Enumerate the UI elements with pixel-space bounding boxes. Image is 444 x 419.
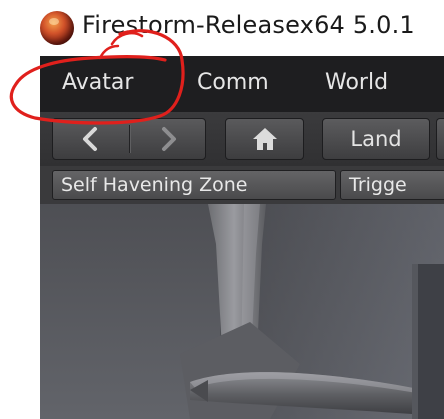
back-button[interactable] — [53, 119, 129, 159]
menu-comm[interactable]: Comm — [197, 70, 269, 95]
window-titlebar: Firestorm-Releasex64 5.0.1 — [0, 0, 444, 54]
world-viewport[interactable] — [40, 204, 444, 419]
land-button[interactable]: Land — [322, 118, 430, 160]
chevron-left-icon — [83, 127, 97, 151]
favorites-bar: Self Havening Zone Trigge — [40, 166, 444, 204]
screenshot: Firestorm-Releasex64 5.0.1 Avatar Comm W… — [0, 0, 444, 419]
menu-avatar[interactable]: Avatar — [62, 70, 133, 95]
nav-separator — [129, 125, 130, 153]
forward-button[interactable] — [131, 119, 205, 159]
menu-bar: Avatar Comm World — [40, 56, 444, 112]
menu-world[interactable]: World — [325, 70, 388, 95]
firestorm-logo-icon — [40, 11, 74, 45]
home-button-inner — [226, 119, 303, 159]
scene-render — [40, 204, 444, 419]
favorite-self-havening-zone[interactable]: Self Havening Zone — [52, 170, 336, 200]
back-forward-group — [52, 118, 206, 160]
next-nav-button-partial[interactable] — [436, 118, 444, 160]
home-button[interactable] — [225, 118, 304, 160]
chevron-right-icon — [162, 127, 176, 151]
favorite-trigge[interactable]: Trigge — [340, 170, 444, 200]
window-title: Firestorm-Releasex64 5.0.1 — [82, 11, 415, 39]
viewer-client-area: Avatar Comm World Land Self Havening Zon… — [40, 56, 444, 419]
home-icon — [252, 128, 277, 150]
navigation-bar: Land — [40, 112, 444, 166]
